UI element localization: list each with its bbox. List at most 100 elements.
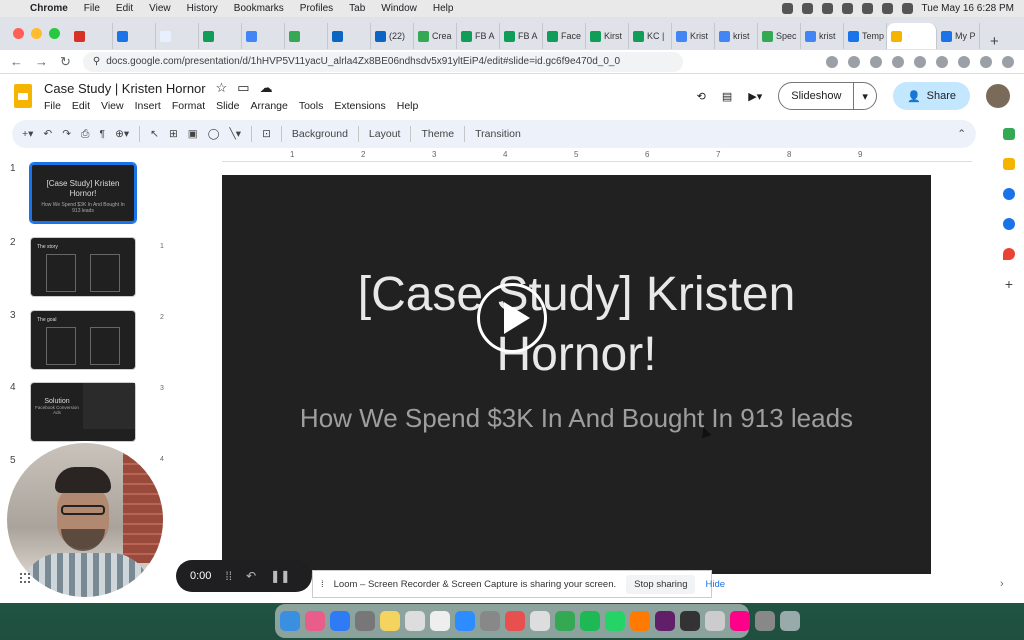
slide-thumbnail-4[interactable]: Solution Facebook Conversion Ads xyxy=(30,382,136,442)
docs-menu-insert[interactable]: Insert xyxy=(135,100,161,112)
chevron-down-icon[interactable]: ▾ xyxy=(853,83,876,109)
clock-datetime[interactable]: Tue May 16 6:28 PM xyxy=(922,3,1014,14)
browser-tab[interactable]: Kirst xyxy=(586,23,629,49)
battery-icon[interactable] xyxy=(841,3,853,14)
browser-tab[interactable]: Temp xyxy=(844,23,887,49)
docs-menu-help[interactable]: Help xyxy=(397,100,419,112)
extensions-puzzle-icon[interactable] xyxy=(958,55,970,68)
menu-window[interactable]: Window xyxy=(381,3,417,14)
chevron-right-icon[interactable]: › xyxy=(1000,578,1004,590)
app-store-icon[interactable] xyxy=(330,611,350,631)
browser-tab[interactable] xyxy=(70,23,113,49)
todoist-icon[interactable] xyxy=(505,611,525,631)
reload-icon[interactable]: ↻ xyxy=(60,54,71,70)
version-history-icon[interactable]: ⟲ xyxy=(697,90,706,103)
docs-menu-file[interactable]: File xyxy=(44,100,61,112)
share-page-icon[interactable] xyxy=(848,55,860,68)
slide-thumbnail-2[interactable]: The story xyxy=(30,237,136,297)
keep-icon[interactable] xyxy=(1003,158,1015,170)
docs-menu-format[interactable]: Format xyxy=(172,100,205,112)
display-icon[interactable] xyxy=(821,3,833,14)
menu-bookmarks[interactable]: Bookmarks xyxy=(234,3,284,14)
move-folder-icon[interactable]: ▭ xyxy=(237,80,249,96)
add-addon-icon[interactable]: + xyxy=(1003,277,1015,291)
browser-tab[interactable] xyxy=(887,23,937,49)
menu-view[interactable]: View xyxy=(149,3,171,14)
soundcloud-icon[interactable] xyxy=(630,611,650,631)
text-box-icon[interactable]: ⊞ xyxy=(169,128,178,140)
extension-icon[interactable] xyxy=(936,55,948,68)
search-icon[interactable] xyxy=(881,3,893,14)
launchpad-icon[interactable] xyxy=(305,611,325,631)
drag-handle-icon[interactable]: ⁞ xyxy=(321,579,324,590)
stop-sharing-button[interactable]: Stop sharing xyxy=(626,574,696,594)
star-icon[interactable]: ☆ xyxy=(216,80,228,96)
slide-thumbnail-3[interactable]: The goal xyxy=(30,310,136,370)
browser-tab[interactable]: krist xyxy=(801,23,844,49)
browser-tab[interactable]: Face xyxy=(543,23,586,49)
slack-icon[interactable] xyxy=(655,611,675,631)
insert-comment-icon[interactable]: ⊡ xyxy=(262,128,271,140)
slideshow-button[interactable]: Slideshow xyxy=(779,83,853,109)
minimize-window-button[interactable] xyxy=(31,28,42,39)
site-info-icon[interactable]: ⚲ xyxy=(93,56,100,67)
settings-icon[interactable] xyxy=(480,611,500,631)
share-button[interactable]: 👤 Share xyxy=(892,82,970,110)
extension-icon[interactable] xyxy=(914,55,926,68)
terminal-icon[interactable] xyxy=(680,611,700,631)
layout-button[interactable]: Layout xyxy=(369,128,401,140)
google-slides-logo-icon[interactable] xyxy=(14,84,32,108)
photos-app-icon[interactable] xyxy=(730,611,750,631)
docs-menu-arrange[interactable]: Arrange xyxy=(250,100,287,112)
browser-tab[interactable] xyxy=(199,23,242,49)
back-icon[interactable]: ← xyxy=(10,54,23,69)
docs-menu-tools[interactable]: Tools xyxy=(299,100,324,112)
document-title[interactable]: Case Study | Kristen Hornor xyxy=(44,81,206,96)
bookmark-star-icon[interactable] xyxy=(870,55,882,68)
transition-button[interactable]: Transition xyxy=(475,128,521,140)
hide-button[interactable]: Hide xyxy=(705,579,725,590)
app-menu-chrome[interactable]: Chrome xyxy=(30,3,68,14)
theme-button[interactable]: Theme xyxy=(421,128,454,140)
calculator-icon[interactable] xyxy=(355,611,375,631)
menu-profiles[interactable]: Profiles xyxy=(300,3,333,14)
whatsapp-icon[interactable] xyxy=(605,611,625,631)
preview-icon[interactable] xyxy=(755,611,775,631)
sheets-icon[interactable] xyxy=(1003,128,1015,140)
grid-view-icon[interactable] xyxy=(20,573,30,583)
tasks-icon[interactable] xyxy=(1003,188,1015,200)
browser-tab[interactable]: FB A xyxy=(500,23,543,49)
cloud-icon[interactable] xyxy=(801,3,813,14)
camera-icon[interactable] xyxy=(826,55,838,68)
forward-icon[interactable]: → xyxy=(35,54,48,69)
browser-tab[interactable]: KC | xyxy=(629,23,672,49)
browser-tab[interactable]: My P xyxy=(937,23,980,49)
pause-icon[interactable]: ❚❚ xyxy=(270,569,290,583)
profile-avatar-icon[interactable] xyxy=(980,55,992,68)
account-avatar[interactable] xyxy=(986,84,1010,108)
browser-tab[interactable]: krist xyxy=(715,23,758,49)
browser-tab[interactable] xyxy=(328,23,371,49)
notes-icon[interactable] xyxy=(380,611,400,631)
menu-history[interactable]: History xyxy=(187,3,218,14)
menu-edit[interactable]: Edit xyxy=(116,3,133,14)
address-bar[interactable]: ⚲ docs.google.com/presentation/d/1hHVP5V… xyxy=(82,51,683,72)
more-menu-icon[interactable] xyxy=(1002,55,1014,68)
comments-icon[interactable]: ▤ xyxy=(722,90,732,103)
browser-tab[interactable] xyxy=(113,23,156,49)
drag-handle-icon[interactable]: ⁞⁞ xyxy=(225,569,232,583)
menu-tab[interactable]: Tab xyxy=(349,3,365,14)
docs-menu-extensions[interactable]: Extensions xyxy=(334,100,385,112)
browser-tab[interactable]: Krist xyxy=(672,23,715,49)
extension-icon[interactable] xyxy=(892,55,904,68)
menu-file[interactable]: File xyxy=(84,3,100,14)
docs-menu-slide[interactable]: Slide xyxy=(216,100,239,112)
menu-help[interactable]: Help xyxy=(433,3,454,14)
textedit-icon[interactable] xyxy=(430,611,450,631)
zoom-icon[interactable] xyxy=(455,611,475,631)
meet-camera-icon[interactable]: ▶︎▾ xyxy=(748,90,762,103)
slide-canvas[interactable]: [Case Study] Kristen Hornor! How We Spen… xyxy=(222,175,931,574)
image-icon[interactable]: ▣ xyxy=(188,128,198,140)
browser-tab[interactable] xyxy=(242,23,285,49)
docs-menu-edit[interactable]: Edit xyxy=(72,100,90,112)
